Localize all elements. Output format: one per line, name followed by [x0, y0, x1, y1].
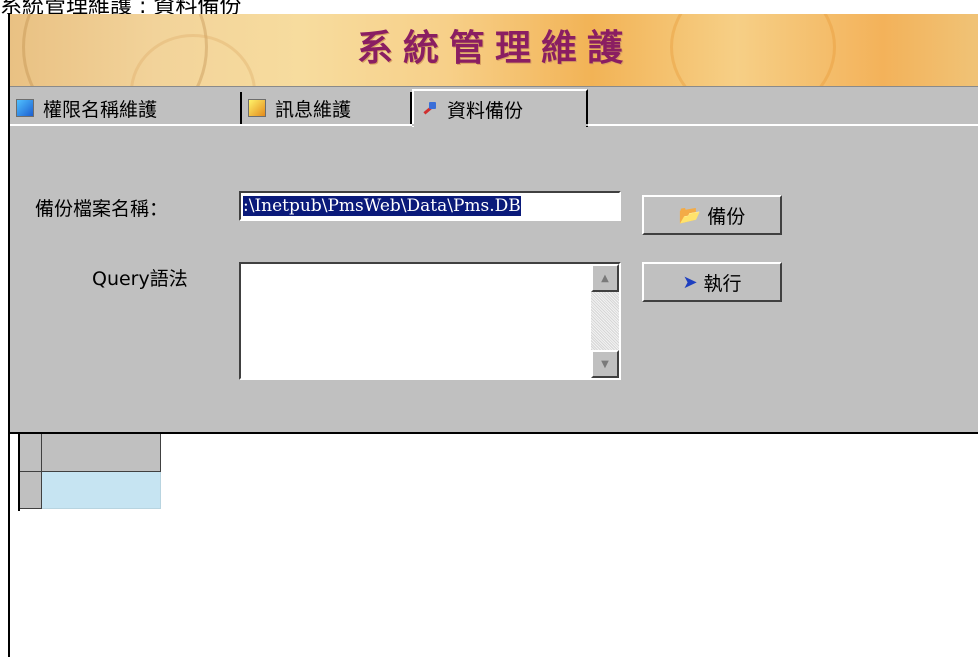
grid-cell[interactable]	[42, 472, 161, 509]
tab-label: 資料備份	[447, 99, 524, 122]
tab-label: 權限名稱維護	[43, 98, 158, 121]
tab-permission-maintenance[interactable]: 權限名稱維護	[10, 92, 242, 124]
tab-message-maintenance[interactable]: 訊息維護	[242, 92, 412, 124]
tab-data-backup[interactable]: 資料備份	[412, 89, 588, 127]
query-textarea[interactable]: ▲ ▼	[239, 262, 621, 380]
permission-icon	[16, 99, 34, 117]
title-banner: 系統管理維護	[10, 14, 978, 86]
query-scrollbar[interactable]: ▲ ▼	[591, 264, 619, 378]
backup-button-label: 備份	[707, 205, 746, 228]
top-cropped-strip: 系統管理維護 : 資料備份	[0, 0, 978, 14]
execute-button-label: 執行	[703, 272, 742, 295]
backup-button[interactable]: 📂 備份	[642, 195, 782, 235]
scroll-up-icon[interactable]: ▲	[591, 264, 619, 292]
tab-label: 訊息維護	[275, 98, 352, 121]
tab-bar: 權限名稱維護 訊息維護 資料備份	[10, 86, 978, 127]
scroll-down-icon[interactable]: ▼	[591, 350, 619, 378]
backup-icon	[420, 100, 438, 118]
execute-button[interactable]: ➤ 執行	[642, 262, 782, 302]
query-label: Query語法	[92, 268, 188, 290]
page-title: 系統管理維護	[356, 27, 633, 69]
backup-folder-icon: 📂	[678, 204, 702, 226]
backup-file-label: 備份檔案名稱：	[35, 198, 169, 220]
execute-arrow-icon: ➤	[682, 271, 698, 293]
active-tab-gap	[412, 124, 588, 126]
grid-row-selector[interactable]	[20, 472, 42, 509]
result-grid[interactable]	[10, 432, 978, 657]
backup-file-input[interactable]: :\Inetpub\PmsWeb\Data\Pms.DB	[239, 191, 621, 221]
backup-file-value: :\Inetpub\PmsWeb\Data\Pms.DB	[243, 196, 521, 216]
system-maintenance-window: 系統管理維護 權限名稱維護 訊息維護 資料備份 備份檔案名稱： :\Inetpu…	[8, 14, 978, 657]
grid-column-header[interactable]	[42, 434, 161, 472]
grid-corner-cell[interactable]	[20, 434, 42, 472]
message-icon	[248, 99, 266, 117]
top-strip-text: 系統管理維護 : 資料備份	[0, 0, 242, 14]
